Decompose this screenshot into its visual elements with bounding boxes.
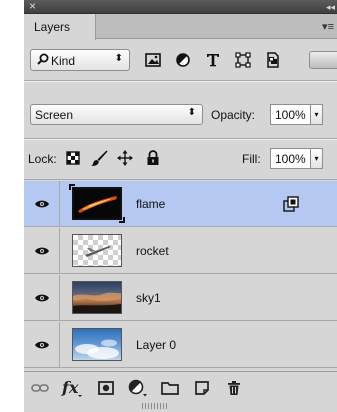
fx-icon[interactable]: fx — [60, 378, 84, 398]
lock-image-pixels-icon[interactable] — [88, 147, 110, 169]
layer-thumbnail-layer-0 — [72, 328, 122, 361]
layer-name[interactable]: sky1 — [136, 291, 161, 305]
image-filter-icon[interactable] — [140, 49, 166, 71]
adjustment-filter-icon[interactable] — [170, 49, 196, 71]
collapse-panel-icon[interactable]: ◂◂ — [326, 1, 335, 13]
eye-icon — [34, 341, 49, 349]
divider-highlight — [24, 139, 337, 140]
layer-thumbnail-rocket — [72, 234, 122, 267]
visibility-toggle[interactable] — [24, 228, 60, 274]
layers-list: flame rocket sky1 Layer 0 — [24, 181, 337, 369]
layer-name[interactable]: Layer 0 — [136, 338, 176, 352]
layer-row-layer-0[interactable]: Layer 0 — [24, 322, 337, 368]
layer-thumbnail-flame — [72, 187, 122, 220]
add-mask-icon[interactable] — [94, 378, 118, 398]
lock-row: Lock: Fill: 100% ▾ — [24, 141, 337, 177]
corner-mark-br — [119, 217, 125, 223]
visibility-toggle[interactable] — [24, 181, 60, 227]
lock-position-icon[interactable] — [114, 147, 136, 169]
fill-label: Fill: — [242, 152, 261, 166]
filter-row: Kind ⬍ — [24, 40, 337, 78]
eye-icon — [34, 294, 49, 302]
new-layer-icon[interactable] — [190, 378, 214, 398]
type-filter-icon[interactable] — [200, 49, 226, 71]
fill-input[interactable]: 100% — [270, 148, 311, 169]
fill-dropdown-button[interactable]: ▾ — [311, 148, 323, 169]
opacity-dropdown-button[interactable]: ▾ — [311, 104, 323, 125]
panel-tab-row: Layers ▾≡ — [24, 14, 337, 40]
fill-value: 100% — [275, 152, 306, 166]
resize-grip[interactable] — [142, 403, 168, 409]
link-layers-icon[interactable] — [28, 378, 52, 398]
blend-mode-value: Screen — [35, 108, 74, 122]
close-panel-icon[interactable]: × — [29, 0, 36, 13]
chevron-down-icon: ▾ — [314, 110, 319, 119]
filter-toggle-switch[interactable] — [309, 51, 337, 69]
shape-filter-icon[interactable] — [230, 49, 256, 71]
layer-name[interactable]: rocket — [136, 244, 169, 258]
kind-filter-label: Kind — [51, 54, 76, 68]
opacity-input[interactable]: 100% — [270, 104, 311, 125]
panel-title-bar: × ◂◂ — [24, 0, 337, 14]
visibility-toggle[interactable] — [24, 275, 60, 321]
blend-mode-select[interactable]: Screen ⬍ — [30, 104, 203, 125]
lock-transparent-pixels-icon[interactable] — [62, 147, 84, 169]
layer-thumbnail-sky1 — [72, 281, 122, 314]
panel-menu-icon[interactable]: ▾≡ — [322, 20, 334, 33]
lock-label: Lock: — [28, 152, 57, 166]
smart-object-icon — [283, 196, 299, 212]
layer-row-rocket[interactable]: rocket — [24, 228, 337, 274]
delete-layer-icon[interactable] — [222, 378, 246, 398]
new-adjustment-layer-icon[interactable] — [126, 378, 150, 398]
lock-all-icon[interactable] — [142, 147, 164, 169]
opacity-value: 100% — [275, 108, 306, 122]
svg-text:fx: fx — [61, 378, 79, 397]
eye-icon — [34, 200, 49, 208]
eye-icon — [34, 247, 49, 255]
search-icon — [37, 53, 49, 65]
tab-layers[interactable]: Layers — [24, 14, 96, 40]
new-group-icon[interactable] — [158, 378, 182, 398]
tab-layers-label: Layers — [34, 20, 71, 34]
layer-name[interactable]: flame — [136, 197, 165, 211]
corner-mark-tl — [69, 184, 75, 190]
kind-filter-arrow-icon: ⬍ — [114, 53, 123, 64]
layer-row-flame[interactable]: flame — [24, 181, 337, 227]
visibility-toggle[interactable] — [24, 322, 60, 368]
layers-bottom-bar: fx — [24, 371, 337, 412]
chevron-down-icon: ▾ — [314, 154, 319, 163]
smart-object-filter-icon[interactable] — [260, 49, 286, 71]
blend-mode-arrow-icon: ⬍ — [187, 107, 196, 118]
divider-highlight — [24, 81, 337, 82]
divider — [24, 179, 337, 180]
layers-panel: × ◂◂ Layers ▾≡ Kind ⬍ Screen ⬍ Opacity: … — [24, 0, 337, 412]
layer-row-sky1[interactable]: sky1 — [24, 275, 337, 321]
kind-filter-select[interactable]: Kind ⬍ — [30, 49, 130, 71]
opacity-label: Opacity: — [211, 108, 256, 122]
blend-row: Screen ⬍ Opacity: 100% ▾ — [24, 96, 337, 136]
